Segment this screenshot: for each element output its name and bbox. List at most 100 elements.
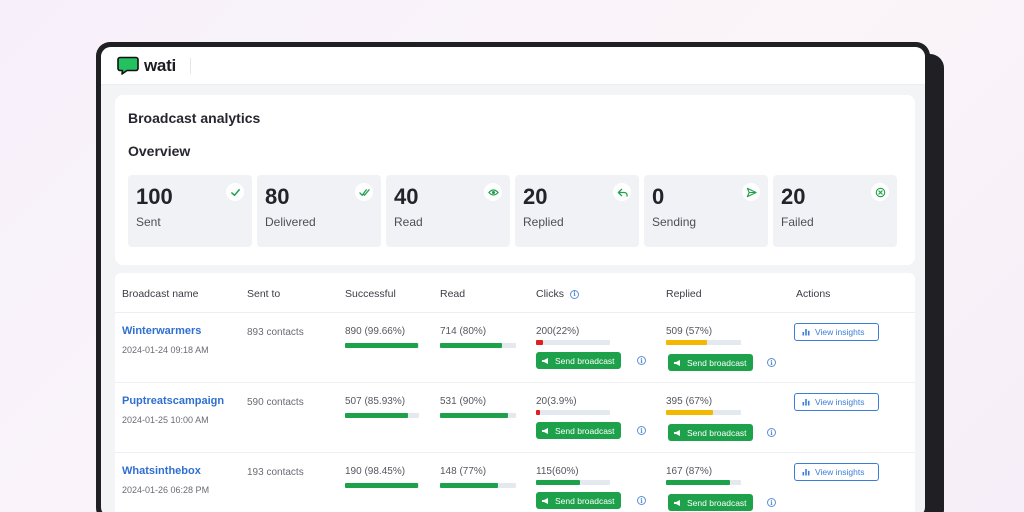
read-bar-fill bbox=[440, 343, 503, 348]
sent-to-count: 590 contacts bbox=[247, 397, 304, 408]
header-broadcast-name: Broadcast name bbox=[122, 288, 199, 300]
view-insights-button[interactable]: View insights bbox=[794, 393, 879, 411]
info-icon[interactable]: i bbox=[570, 289, 579, 299]
send-broadcast-label: Send broadcast bbox=[687, 357, 747, 368]
brand-logo[interactable]: wati bbox=[117, 56, 176, 76]
device-frame: wati Broadcast analytics Overview 100 Se… bbox=[96, 42, 930, 512]
successful-bar-fill bbox=[345, 483, 419, 488]
header-successful: Successful bbox=[345, 288, 396, 300]
broadcast-date: 2024-01-24 09:18 AM bbox=[122, 345, 209, 355]
successful-bar-fill bbox=[345, 343, 419, 348]
successful-bar-fill bbox=[345, 413, 408, 418]
stat-delivered: 80 Delivered bbox=[257, 175, 381, 247]
stat-label: Failed bbox=[781, 215, 814, 229]
replied-bar-fill bbox=[666, 480, 730, 485]
read-value: 148 (77%) bbox=[440, 466, 487, 477]
info-icon[interactable]: i bbox=[767, 428, 776, 437]
send-broadcast-label: Send broadcast bbox=[687, 427, 747, 438]
sent-to-count: 893 contacts bbox=[247, 327, 304, 338]
megaphone-icon bbox=[674, 499, 680, 506]
send-broadcast-button[interactable]: Send broadcast bbox=[668, 424, 753, 441]
stat-label: Delivered bbox=[265, 215, 316, 229]
double-check-icon bbox=[355, 183, 373, 201]
megaphone-icon bbox=[542, 357, 548, 364]
info-icon[interactable]: i bbox=[767, 498, 776, 507]
read-value: 531 (90%) bbox=[440, 396, 487, 407]
stat-label: Sending bbox=[652, 215, 697, 229]
sent-to-count: 193 contacts bbox=[247, 467, 304, 478]
table-header: Broadcast name Sent to Successful Read C… bbox=[115, 273, 915, 313]
info-icon[interactable]: i bbox=[637, 496, 646, 505]
broadcast-date: 2024-01-26 06:28 PM bbox=[122, 485, 210, 495]
clicks-bar-fill bbox=[536, 480, 581, 485]
eye-icon bbox=[484, 183, 502, 201]
send-broadcast-button[interactable]: Send broadcast bbox=[668, 494, 753, 511]
view-insights-label: View insights bbox=[815, 327, 865, 337]
replied-value: 395 (67%) bbox=[666, 396, 713, 407]
stats-row: 100 Sent 80 Delivered 40 Read 20 Replied… bbox=[128, 175, 897, 247]
send-broadcast-button[interactable]: Send broadcast bbox=[536, 422, 621, 439]
table-row: Whatsinthebox 2024-01-26 06:28 PM 193 co… bbox=[115, 453, 915, 512]
broadcast-name-link[interactable]: Winterwarmers bbox=[122, 325, 201, 337]
stat-replied: 20 Replied bbox=[515, 175, 639, 247]
clicks-value: 200(22%) bbox=[536, 326, 580, 337]
stat-failed: 20 Failed bbox=[773, 175, 897, 247]
broadcast-name-link[interactable]: Whatsinthebox bbox=[122, 465, 201, 477]
info-icon[interactable]: i bbox=[637, 356, 646, 365]
bar-chart-icon bbox=[802, 399, 810, 406]
header-clicks-label: Clicks bbox=[536, 288, 564, 300]
replied-value: 509 (57%) bbox=[666, 326, 713, 337]
top-bar: wati bbox=[101, 47, 925, 85]
view-insights-label: View insights bbox=[815, 397, 865, 407]
read-bar-fill bbox=[440, 413, 509, 418]
bar-chart-icon bbox=[802, 469, 810, 476]
replied-bar bbox=[666, 340, 741, 345]
stat-sending: 0 Sending bbox=[644, 175, 768, 247]
successful-value: 890 (99.66%) bbox=[345, 326, 406, 337]
broadcast-name-link[interactable]: Puptreatscampaign bbox=[122, 395, 224, 407]
header-read: Read bbox=[440, 288, 466, 300]
send-broadcast-label: Send broadcast bbox=[687, 497, 747, 508]
stat-value: 20 bbox=[523, 184, 548, 209]
stat-value: 0 bbox=[652, 184, 665, 209]
view-insights-button[interactable]: View insights bbox=[794, 323, 879, 341]
megaphone-icon bbox=[674, 429, 680, 436]
brand-name: wati bbox=[144, 55, 176, 75]
send-broadcast-button[interactable]: Send broadcast bbox=[536, 492, 621, 509]
stat-value: 40 bbox=[394, 184, 419, 209]
megaphone-icon bbox=[674, 359, 680, 366]
analytics-card: Broadcast analytics Overview 100 Sent 80… bbox=[115, 95, 915, 265]
table-row: Puptreatscampaign 2024-01-25 10:00 AM 59… bbox=[115, 383, 915, 453]
clicks-value: 115(60%) bbox=[536, 466, 579, 477]
replied-bar bbox=[666, 480, 741, 485]
chat-bubble-icon bbox=[117, 56, 139, 75]
page-title: Broadcast analytics bbox=[128, 110, 261, 126]
send-broadcast-button[interactable]: Send broadcast bbox=[536, 352, 621, 369]
check-icon bbox=[226, 183, 244, 201]
stat-label: Replied bbox=[523, 215, 564, 229]
replied-bar-fill bbox=[666, 340, 708, 345]
failed-icon bbox=[871, 183, 889, 201]
clicks-bar-fill bbox=[536, 410, 540, 415]
header-clicks: Clicks i bbox=[536, 288, 579, 300]
send-icon bbox=[742, 183, 760, 201]
clicks-value: 20(3.9%) bbox=[536, 396, 577, 407]
clicks-bar bbox=[536, 340, 610, 345]
successful-value: 190 (98.45%) bbox=[345, 466, 406, 477]
stat-read: 40 Read bbox=[386, 175, 510, 247]
successful-bar bbox=[345, 343, 419, 348]
replied-bar bbox=[666, 410, 741, 415]
replied-value: 167 (87%) bbox=[666, 466, 713, 477]
view-insights-button[interactable]: View insights bbox=[794, 463, 879, 481]
header-sent-to: Sent to bbox=[247, 288, 281, 300]
stat-value: 80 bbox=[265, 184, 290, 209]
view-insights-label: View insights bbox=[815, 467, 865, 477]
stat-label: Sent bbox=[136, 215, 161, 229]
info-icon[interactable]: i bbox=[637, 426, 646, 435]
info-icon[interactable]: i bbox=[767, 358, 776, 367]
app-screen: wati Broadcast analytics Overview 100 Se… bbox=[101, 47, 925, 512]
header-replied: Replied bbox=[666, 288, 702, 300]
send-broadcast-label: Send broadcast bbox=[555, 425, 615, 436]
send-broadcast-button[interactable]: Send broadcast bbox=[668, 354, 753, 371]
read-bar bbox=[440, 483, 516, 488]
